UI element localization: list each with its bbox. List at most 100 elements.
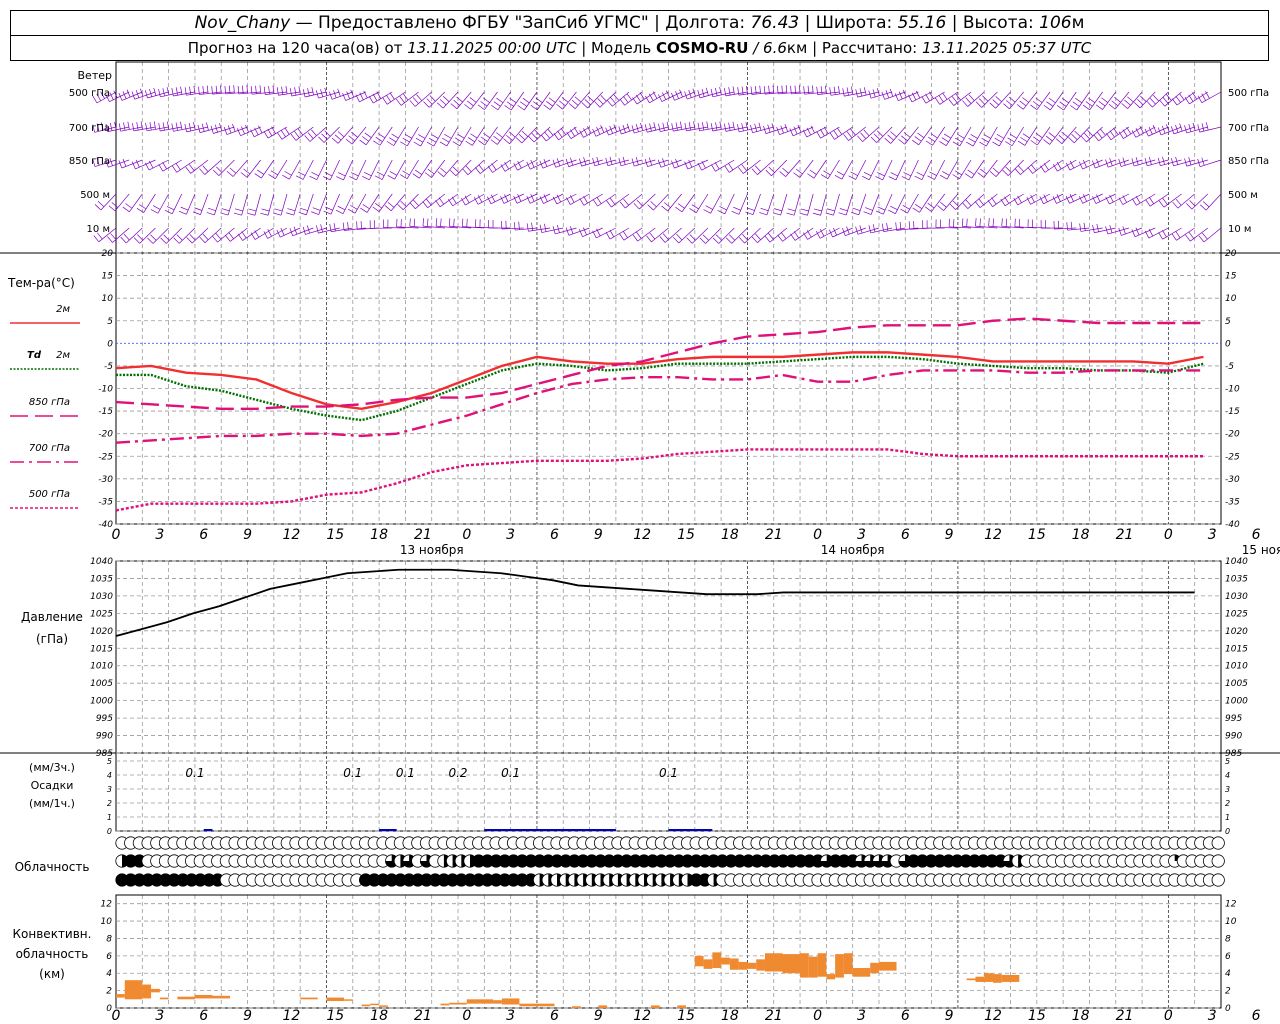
bottom-hour-label: 3 [155,1008,164,1024]
wind-barb-feather [412,97,419,104]
wind-level-label: 500 гПа [69,88,110,99]
wind-level-label-right: 10 м [1228,224,1251,235]
wind-barb-feather [280,227,285,236]
wind-barb-staff [546,126,564,142]
wind-barb-feather [965,97,972,104]
wind-barb-feather [829,132,835,140]
wind-barb-feather [741,164,748,172]
precip-total-label: 0.1 [343,766,362,780]
wind-barb-feather [842,88,845,97]
wind-barb-staff [931,193,946,212]
wind-barb-feather [1158,200,1165,208]
wind-barb-feather [268,174,276,179]
wind-barb-staff [337,126,354,144]
wind-barb-staff [125,227,143,244]
wind-barb-feather [324,130,331,137]
wind-barb-feather [387,174,395,180]
pressure-tick-label: 1025 [90,609,113,619]
wind-barb-feather [728,122,731,131]
wind-barb-feather [548,97,556,103]
wind-barb-staff [752,193,761,215]
wind-barb-feather [732,121,735,130]
wind-barb-feather [751,168,758,175]
wind-barb-feather [710,123,713,132]
wind-barb-feather [829,87,832,96]
wind-barb-feather [952,141,960,147]
wind-barb-feather [848,175,856,180]
wind-barb-feather [297,171,306,176]
wind-barb-feather [684,122,687,131]
wind-barb-feather [515,137,523,144]
wind-barb-feather [966,218,968,227]
wind-barb-feather [335,209,344,215]
wind-barb-feather [647,204,654,211]
wind-barb-feather [592,157,595,166]
wind-barb-feather [442,137,450,143]
wind-barb-feather [368,95,374,104]
wind-barb-staff [1176,227,1195,241]
wind-barb-staff [583,126,603,138]
wind-barb-feather [816,131,821,139]
wind-barb-feather [940,201,947,208]
temp-tick-label: 15 [102,272,114,282]
wind-barb-staff [967,91,985,107]
precip-bar [379,829,397,831]
wind-barb-feather [619,98,625,106]
wind-barb-feather [1080,135,1087,143]
wind-barb-feather [1048,132,1056,138]
wind-barb-feather [644,124,648,133]
wind-barb-feather [833,227,837,236]
wind-barb-feather [677,203,685,209]
wind-barb-feather [470,133,478,139]
wind-barb-staff [919,193,932,213]
wind-barb-feather [372,206,380,212]
wind-barb-feather [596,126,601,135]
wind-barb-staff [1069,159,1090,171]
wind-barb-feather [729,234,736,241]
wind-barb-staff [939,91,959,105]
wind-barb-feather [703,209,711,214]
wind-barb-staff [623,227,643,241]
wind-barb-feather [263,86,266,95]
wind-barb-feather [546,101,553,107]
convective-cloud-bar [808,956,818,978]
conv-title-1: Конвективн. [13,927,92,941]
wind-barb-feather [150,209,159,214]
wind-barb-feather [375,203,382,209]
convective-cloud-bar [800,953,809,978]
wind-barb-feather [813,208,822,212]
wind-barb-feather [833,130,839,138]
hour-tick-label: 3 [155,527,164,543]
wind-barb-feather [1005,218,1008,227]
wind-barb-feather [199,236,206,243]
wind-barb-feather [425,198,432,206]
wind-barb-feather [870,136,877,143]
wind-barb-feather [1171,233,1177,241]
wind-barb-feather [579,198,585,206]
wind-barb-staff [868,159,880,180]
wind-barb-feather [1095,104,1103,110]
hour-tick-label: 18 [1072,527,1090,543]
wind-barb-feather [921,96,927,104]
wind-barb-feather [760,207,769,212]
wind-barb-feather [1172,201,1179,209]
wind-barb-feather [1019,100,1027,107]
wind-barb-staff [653,193,669,211]
wind-barb-feather [1096,131,1103,139]
wind-barb-staff [120,126,143,132]
wind-barb-staff [190,159,209,174]
wind-barb-feather [543,104,551,110]
temp-series-line [115,317,1204,411]
convective-cloud-bar [870,962,879,974]
wind-barb-feather [1068,137,1075,144]
wind-barb-feather [1061,131,1068,138]
wind-barb-feather [534,129,541,137]
wind-barb-feather [415,169,423,175]
convective-cloud-bar [116,994,125,998]
hour-tick-label: 0 [462,527,471,543]
pressure-tick-label: 1035 [90,574,113,584]
wind-barb-feather [397,203,404,211]
wind-barb-staff [275,159,288,179]
wind-barb-feather [226,171,234,177]
wind-barb-feather [400,141,408,147]
